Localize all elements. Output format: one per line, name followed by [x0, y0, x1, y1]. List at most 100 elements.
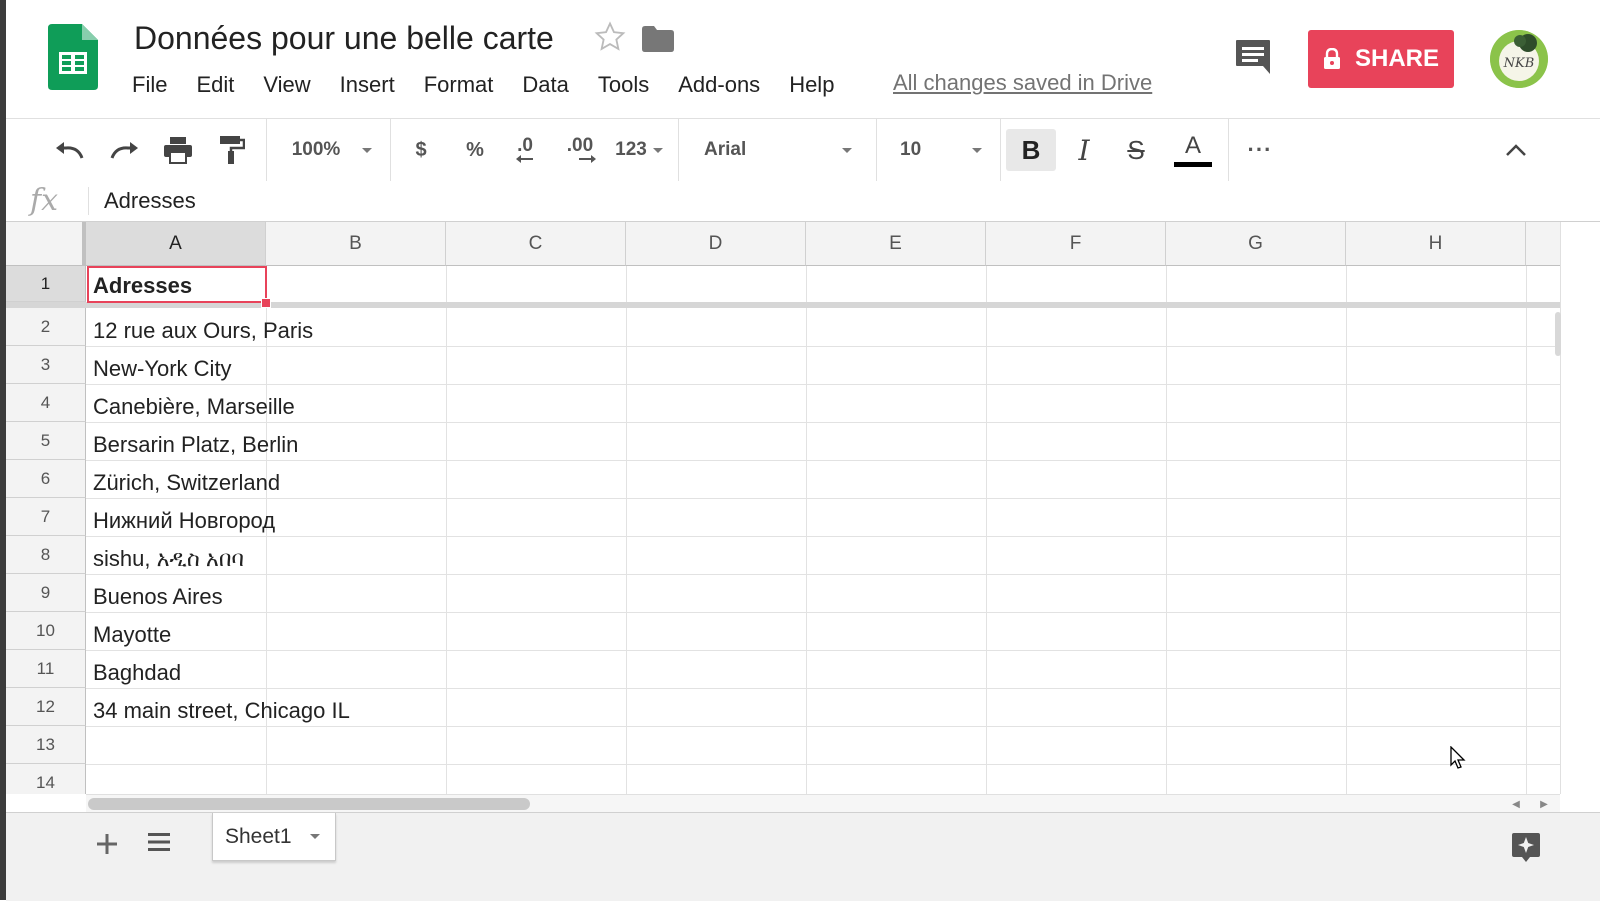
horizontal-scroll-thumb[interactable]	[88, 798, 530, 810]
row-header-6[interactable]: 6	[6, 460, 86, 498]
row-header-2[interactable]: 2	[6, 308, 86, 346]
cell-a9[interactable]: Buenos Aires	[93, 584, 223, 610]
toolbar-separator	[1000, 119, 1001, 181]
select-all-corner[interactable]	[6, 222, 86, 266]
gridline	[86, 650, 1560, 651]
row-header-1[interactable]: 1	[6, 266, 86, 302]
star-icon[interactable]	[593, 20, 627, 54]
row-header-7[interactable]: 7	[6, 498, 86, 536]
vertical-scrollbar[interactable]	[1560, 222, 1600, 794]
row-header-12[interactable]: 12	[6, 688, 86, 726]
undo-button[interactable]	[50, 119, 90, 181]
gridline	[86, 726, 1560, 727]
share-button[interactable]: SHARE	[1308, 30, 1454, 88]
menu-file[interactable]: File	[132, 72, 167, 98]
saved-status-link[interactable]: All changes saved in Drive	[893, 70, 1152, 96]
menu-view[interactable]: View	[263, 72, 310, 98]
row-header-14[interactable]: 14	[6, 764, 86, 794]
print-button[interactable]	[158, 119, 198, 181]
increase-decimal-button[interactable]: .00	[558, 119, 602, 181]
zoom-select[interactable]: 100%	[282, 119, 382, 181]
font-size-value: 10	[900, 139, 922, 160]
row-header-9[interactable]: 9	[6, 574, 86, 612]
row-header-13[interactable]: 13	[6, 726, 86, 764]
fill-handle[interactable]	[261, 298, 271, 308]
column-header-g[interactable]: G	[1166, 222, 1346, 266]
cell-a5[interactable]: Bersarin Platz, Berlin	[93, 432, 298, 458]
cell-a7[interactable]: Нижний Новгород	[93, 508, 275, 534]
explore-button[interactable]	[1510, 831, 1542, 863]
cell-a4[interactable]: Canebière, Marseille	[93, 394, 295, 420]
scroll-right-icon[interactable]: ▶	[1534, 797, 1554, 811]
bold-button[interactable]: B	[1006, 119, 1056, 181]
row-header-10[interactable]: 10	[6, 612, 86, 650]
more-formats-button[interactable]: 123	[610, 119, 668, 181]
menu-add-ons[interactable]: Add-ons	[678, 72, 760, 98]
lock-icon	[1323, 48, 1340, 69]
doc-title[interactable]: Données pour une belle carte	[134, 20, 554, 57]
column-header-a[interactable]: A	[86, 222, 266, 266]
italic-button[interactable]: I	[1064, 119, 1104, 181]
cell-a3[interactable]: New-York City	[93, 356, 232, 382]
menu-format[interactable]: Format	[424, 72, 494, 98]
menu-tools[interactable]: Tools	[598, 72, 649, 98]
sheets-logo-icon[interactable]	[48, 24, 98, 90]
cell-a12[interactable]: 34 main street, Chicago IL	[93, 698, 350, 724]
row-header-4[interactable]: 4	[6, 384, 86, 422]
column-header-d[interactable]: D	[626, 222, 806, 266]
increase-decimal-label: .00	[566, 135, 594, 156]
column-header-e[interactable]: E	[806, 222, 986, 266]
redo-button[interactable]	[104, 119, 144, 181]
column-header-f[interactable]: F	[986, 222, 1166, 266]
sheet-tab-label: Sheet1	[225, 824, 292, 848]
cell-a2[interactable]: 12 rue aux Ours, Paris	[93, 318, 313, 344]
text-color-label: A	[1184, 131, 1201, 159]
folder-icon[interactable]	[642, 26, 674, 52]
cell-a10[interactable]: Mayotte	[93, 622, 171, 648]
column-header-h[interactable]: H	[1346, 222, 1526, 266]
sheet-tab-sheet1[interactable]: Sheet1	[212, 813, 336, 861]
percent-format-button[interactable]: %	[458, 119, 492, 181]
add-sheet-button[interactable]	[92, 829, 122, 859]
row-header-8[interactable]: 8	[6, 536, 86, 574]
cell-a8[interactable]: sishu, አዲስ አበባ	[93, 546, 244, 572]
menu-help[interactable]: Help	[789, 72, 834, 98]
paint-format-button[interactable]	[212, 119, 252, 181]
row-header-11[interactable]: 11	[6, 650, 86, 688]
formula-input[interactable]: Adresses	[104, 188, 196, 214]
chevron-down-icon	[972, 147, 982, 153]
active-cell-selection[interactable]	[87, 266, 267, 303]
horizontal-scrollbar[interactable]: ◀ ▶	[86, 794, 1560, 813]
row-header-5[interactable]: 5	[6, 422, 86, 460]
strikethrough-button[interactable]: S	[1116, 119, 1156, 181]
toolbar-separator	[266, 119, 267, 181]
more-toolbar-button[interactable]: ···	[1240, 119, 1280, 181]
header: Données pour une belle carte File Edit V…	[6, 0, 1600, 118]
font-size-select[interactable]: 10	[892, 119, 992, 181]
avatar[interactable]: NKB	[1490, 30, 1548, 88]
scroll-left-icon[interactable]: ◀	[1506, 797, 1526, 811]
cell-a6[interactable]: Zürich, Switzerland	[93, 470, 280, 496]
currency-format-button[interactable]: $	[404, 119, 438, 181]
vertical-scroll-thumb[interactable]	[1555, 312, 1561, 356]
menu-insert[interactable]: Insert	[340, 72, 395, 98]
cell-a11[interactable]: Baghdad	[93, 660, 181, 686]
menu-data[interactable]: Data	[522, 72, 568, 98]
column-header-next	[1526, 222, 1560, 266]
decrease-decimal-button[interactable]: .0	[506, 119, 544, 181]
font-family-select[interactable]: Arial	[696, 119, 862, 181]
avatar-initials: NKB	[1503, 56, 1535, 71]
text-color-button[interactable]: A	[1170, 119, 1216, 181]
more-formats-label: 123	[615, 139, 647, 160]
column-header-b[interactable]: B	[266, 222, 446, 266]
percent-label: %	[466, 138, 484, 161]
spreadsheet-grid: A B C D E F G H 1 2 3 4 5 6 7 8 9 10 11 …	[6, 222, 1560, 794]
collapse-toolbar-button[interactable]	[1498, 119, 1534, 181]
decrease-decimal-label: .0	[517, 135, 533, 156]
menu-edit[interactable]: Edit	[196, 72, 234, 98]
font-family-value: Arial	[704, 139, 747, 160]
all-sheets-button[interactable]	[146, 831, 176, 857]
column-header-c[interactable]: C	[446, 222, 626, 266]
comments-icon[interactable]	[1234, 38, 1272, 76]
row-header-3[interactable]: 3	[6, 346, 86, 384]
